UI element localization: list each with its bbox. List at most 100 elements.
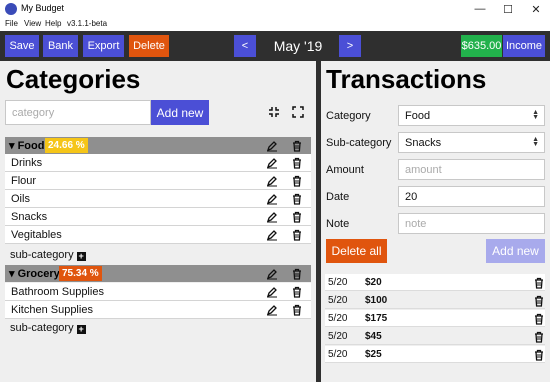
trash-icon[interactable] [291, 193, 303, 205]
table-row: 5/20 $175 [325, 310, 545, 327]
edit-icon[interactable] [266, 157, 278, 169]
next-month-button[interactable]: > [339, 35, 361, 57]
transaction-amount: $175 [365, 313, 388, 324]
category-label: Category [326, 110, 371, 122]
trash-icon[interactable] [533, 349, 545, 361]
expand-icon[interactable] [292, 106, 304, 118]
transaction-amount: $45 [365, 331, 382, 342]
toolbar: Save Bank Export Delete < May '19 > $635… [0, 31, 550, 61]
add-category-button[interactable]: Add new [151, 100, 209, 125]
menu-bar: File View Help v3.1.1-beta [0, 18, 550, 31]
group-name-grocery: ▾ Grocery [9, 268, 60, 280]
trash-icon[interactable] [291, 286, 303, 298]
transaction-date: 5/20 [328, 349, 348, 360]
version-label: v3.1.1-beta [67, 19, 108, 28]
table-row: 5/20 $25 [325, 346, 545, 363]
edit-icon[interactable] [266, 140, 278, 152]
group-name-food: ▾ Food [9, 140, 45, 152]
maximize-button[interactable]: ☐ [494, 0, 522, 18]
trash-icon[interactable] [533, 277, 545, 289]
categories-title: Categories [6, 64, 141, 94]
transactions-title: Transactions [326, 64, 487, 94]
bank-button[interactable]: Bank [43, 35, 78, 57]
collapse-icon[interactable] [268, 106, 280, 118]
title-bar: My Budget — ☐ ✕ [0, 0, 550, 18]
save-button[interactable]: Save [5, 35, 39, 57]
group-label: Grocery [17, 268, 60, 280]
category-select[interactable]: Food ▲ ▼ [398, 105, 545, 126]
subcategory-label: Kitchen Supplies [11, 304, 93, 316]
subcategory-select[interactable]: Snacks ▲ ▼ [398, 132, 545, 153]
trash-icon[interactable] [533, 331, 545, 343]
subcategory-label: Snacks [11, 211, 48, 223]
edit-icon[interactable] [266, 211, 278, 223]
table-row: 5/20 $20 [325, 274, 545, 291]
prev-month-button[interactable]: < [234, 35, 256, 57]
note-input[interactable]: note [398, 213, 545, 234]
note-label: Note [326, 218, 350, 230]
current-month: May '19 [273, 38, 323, 54]
edit-icon[interactable] [266, 304, 278, 316]
subcategory-link: sub-category [10, 322, 74, 334]
trash-icon[interactable] [291, 268, 303, 280]
trash-icon[interactable] [291, 157, 303, 169]
trash-icon[interactable] [533, 313, 545, 325]
subcategory-select-value: Snacks [405, 136, 442, 149]
subcategory-label: Oils [11, 193, 30, 205]
subcategory-label: Bathroom Supplies [11, 286, 104, 298]
select-arrows-icon: ▲ ▼ [532, 136, 539, 148]
trash-icon[interactable] [291, 304, 303, 316]
trash-icon[interactable] [533, 295, 545, 307]
window-title: My Budget [21, 3, 65, 13]
add-subcategory-food[interactable]: sub-category + [10, 249, 86, 261]
select-arrows-icon: ▲ ▼ [532, 109, 539, 121]
category-select-value: Food [405, 109, 431, 122]
minimize-button[interactable]: — [466, 0, 494, 18]
edit-icon[interactable] [266, 229, 278, 241]
transaction-date: 5/20 [328, 295, 348, 306]
amount-input[interactable]: amount [398, 159, 545, 180]
delete-button[interactable]: Delete [129, 35, 169, 57]
percent-badge: 24.66 % [45, 138, 88, 153]
trash-icon[interactable] [291, 140, 303, 152]
subcategory-field-label: Sub-category [326, 137, 392, 149]
subcategory-label: Flour [11, 175, 37, 187]
subcategory-link: sub-category [10, 249, 74, 261]
menu-view[interactable]: View [24, 19, 41, 28]
export-button[interactable]: Export [83, 35, 124, 57]
trash-icon[interactable] [291, 229, 303, 241]
edit-icon[interactable] [266, 193, 278, 205]
balance-badge: $635.00 [461, 35, 502, 57]
table-row: 5/20 $45 [325, 328, 545, 345]
subcategory-label: Vegitables [11, 229, 62, 241]
trash-icon[interactable] [291, 211, 303, 223]
transaction-date: 5/20 [328, 331, 348, 342]
subcategory-label: Drinks [11, 157, 43, 169]
table-row: 5/20 $100 [325, 292, 545, 309]
transaction-date: 5/20 [328, 313, 348, 324]
amount-label: Amount [326, 164, 364, 176]
trash-icon[interactable] [291, 175, 303, 187]
transaction-amount: $100 [365, 295, 388, 306]
group-label: Food [17, 140, 45, 152]
edit-icon[interactable] [266, 286, 278, 298]
category-input[interactable]: category [5, 100, 151, 125]
date-input[interactable]: 20 [398, 186, 545, 207]
income-button[interactable]: Income [503, 35, 545, 57]
plus-icon: + [76, 251, 86, 261]
close-button[interactable]: ✕ [522, 0, 550, 18]
edit-icon[interactable] [266, 268, 278, 280]
date-label: Date [326, 191, 350, 203]
plus-icon: + [76, 324, 86, 334]
edit-icon[interactable] [266, 175, 278, 187]
menu-file[interactable]: File [5, 19, 18, 28]
transaction-amount: $25 [365, 349, 382, 360]
add-transaction-button[interactable]: Add new [486, 239, 545, 263]
app-icon [5, 3, 17, 15]
transaction-date: 5/20 [328, 277, 348, 288]
percent-badge: 75.34 % [59, 266, 102, 281]
menu-help[interactable]: Help [45, 19, 61, 28]
transaction-amount: $20 [365, 277, 382, 288]
delete-all-button[interactable]: Delete all [326, 239, 387, 263]
add-subcategory-grocery[interactable]: sub-category + [10, 322, 86, 334]
